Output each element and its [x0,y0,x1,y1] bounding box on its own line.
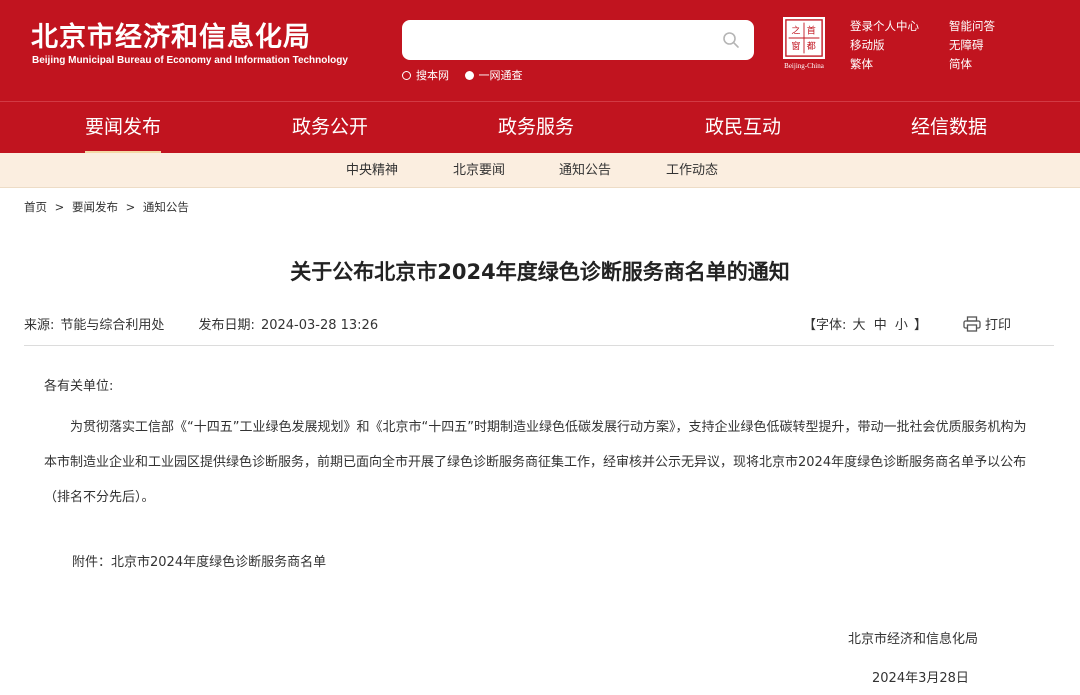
search-scope-label: 一网通查 [478,69,523,82]
nav-gov-affairs-open[interactable]: 政务公开 [292,102,368,154]
article-title: 关于公布北京市2024年度绿色诊断服务商名单的通知 [290,260,790,284]
date-label: 发布日期: [198,318,255,333]
top-links-right: 智能问答 无障碍 简体 [949,17,995,74]
radio-checked-icon [464,70,474,80]
search-scope-site[interactable]: 搜本网 [402,67,449,83]
article-salutation: 各有关单位: [44,379,114,394]
source-value: 节能与综合利用处 [60,318,165,333]
badge-char: 窗 [791,40,800,52]
traditional-chinese-link[interactable]: 繁体 [850,55,919,74]
nav-gov-services[interactable]: 政务服务 [498,102,574,154]
breadcrumb-home[interactable]: 首页 [24,200,47,214]
printer-icon [963,315,981,332]
sub-nav: 中央精神 北京要闻 通知公告 工作动态 [0,153,1080,188]
font-size-large[interactable]: 大 [853,318,866,333]
badge-char: 都 [807,41,816,52]
radio-unchecked-icon [402,70,411,80]
subnav-notices[interactable]: 通知公告 [559,153,611,188]
badge-char: 首 [807,24,816,36]
source-label: 来源: [24,318,55,333]
site-header: 北京市经济和信息化局 Beijing Municipal Bureau of E… [0,0,1080,101]
search-scope-options: 搜本网 一网通查 [402,67,535,83]
breadcrumb-separator: > [54,200,65,214]
subnav-central-spirit[interactable]: 中央精神 [346,153,398,188]
nav-interaction[interactable]: 政民互动 [705,102,781,154]
search-scope-all[interactable]: 一网通查 [464,67,523,83]
subnav-work-updates[interactable]: 工作动态 [666,153,718,188]
subnav-beijing-news[interactable]: 北京要闻 [453,153,505,188]
breadcrumb-news-release[interactable]: 要闻发布 [72,200,118,214]
search-input[interactable] [402,20,754,60]
font-size-label: 【字体: [803,318,847,333]
search-scope-label: 搜本网 [416,69,449,82]
badge-char: 之 [791,24,800,36]
font-size-small[interactable]: 小 [895,318,908,333]
breadcrumb-notices[interactable]: 通知公告 [143,200,189,214]
font-size-medium[interactable]: 中 [874,318,887,333]
search-icon[interactable] [722,31,740,49]
capital-window-logo-icon: 首 都 之 窗 [783,17,825,59]
capital-window-badge[interactable]: 首 都 之 窗 Beijing-China [780,17,828,70]
article-meta: 来源: 节能与综合利用处 发布日期: 2024-03-28 13:26 【字体: 大… [24,314,1054,336]
mobile-version-link[interactable]: 移动版 [850,36,919,55]
badge-caption: Beijing-China [784,62,824,70]
accessibility-link[interactable]: 无障碍 [949,36,995,55]
signature-organization: 北京市经济和信息化局 [848,632,979,647]
date-value: 2024-03-28 13:26 [260,318,379,333]
signature-date: 2024年3月28日 [872,671,969,686]
breadcrumb: 首页 > 要闻发布 > 通知公告 [24,199,193,215]
print-label: 打印 [985,318,1012,333]
attachment-link[interactable]: 附件：北京市2024年度绿色诊断服务商名单 [72,551,326,570]
font-size-label-close: 】 [914,318,928,333]
main-nav: 要闻发布 政务公开 政务服务 政民互动 经信数据 [0,101,1080,154]
smart-qa-link[interactable]: 智能问答 [949,17,995,36]
simplified-chinese-link[interactable]: 简体 [949,55,995,74]
nav-news-release[interactable]: 要闻发布 [85,102,162,154]
font-size-control: 【字体: 大 中 小 】 [803,314,927,333]
meta-divider [24,345,1054,346]
top-links-left: 登录个人中心 移动版 繁体 [850,17,919,74]
site-logo-title[interactable]: 北京市经济和信息化局 [31,15,311,54]
breadcrumb-separator: > [125,200,136,214]
login-link[interactable]: 登录个人中心 [850,17,919,36]
article-paragraph: 为贯彻落实工信部《“十四五”工业绿色发展规划》和《北京市“十四五”时期制造业绿色… [44,420,1027,505]
nav-data[interactable]: 经信数据 [911,102,987,154]
site-logo-subtitle: Beijing Municipal Bureau of Economy and … [32,55,348,66]
print-button[interactable]: 打印 [963,314,1011,333]
